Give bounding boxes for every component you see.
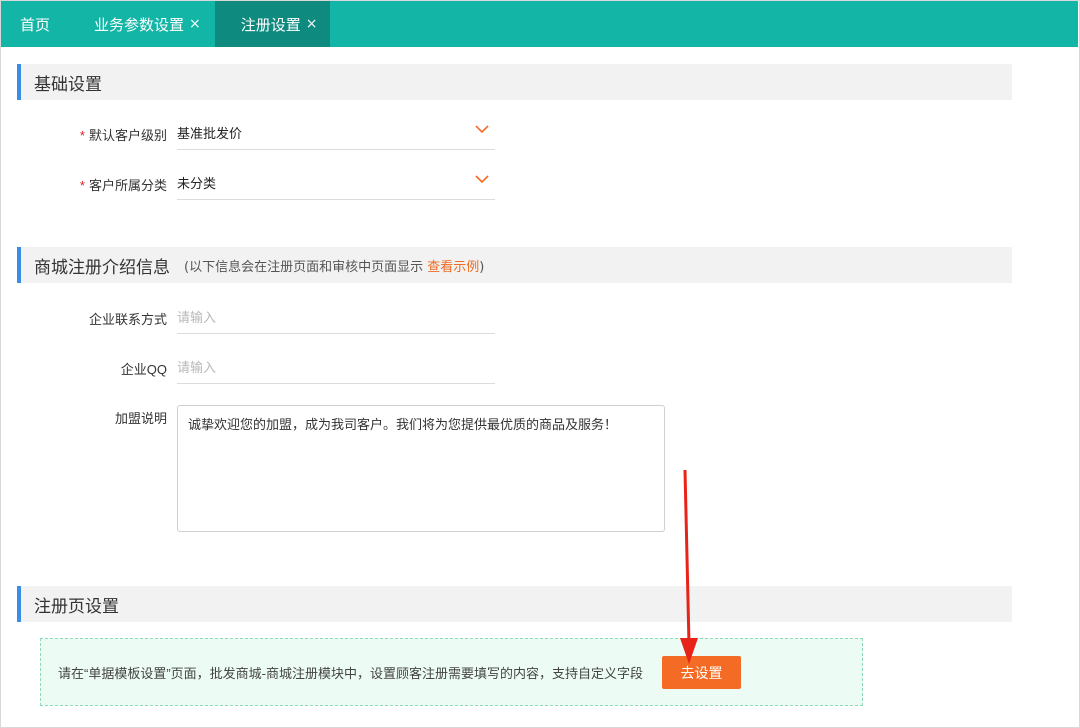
select-value: 未分类 [177, 176, 217, 191]
input-placeholder: 请输入 [177, 360, 217, 375]
tab-label: 业务参数设置 [94, 15, 185, 34]
tab-home[interactable]: 首页 [1, 1, 80, 47]
tab-bar: 首页 业务参数设置 × 注册设置 × [1, 1, 1078, 47]
join-description-label: 加盟说明 [114, 411, 167, 426]
tab-register-settings[interactable]: 注册设置 × [214, 1, 330, 47]
close-icon[interactable]: × [189, 16, 201, 32]
tab-label: 首页 [20, 15, 51, 34]
select-value: 基准批发价 [177, 126, 243, 141]
input-placeholder: 请输入 [177, 310, 217, 325]
annotation-arrow-icon [680, 469, 698, 664]
section-title: 商城注册介绍信息 [34, 257, 170, 278]
close-icon[interactable]: × [306, 16, 318, 32]
required-mark: * [79, 128, 85, 143]
view-example-link[interactable]: 查看示例 [427, 260, 479, 275]
qq-label: 企业QQ [120, 362, 167, 377]
section-title: 注册页设置 [34, 596, 119, 617]
tab-label: 注册设置 [240, 15, 301, 34]
default-level-select[interactable]: 基准批发价 [177, 116, 495, 150]
section-register-header: 注册页设置 [17, 586, 1012, 622]
customer-category-select[interactable]: 未分类 [177, 166, 495, 200]
contact-input[interactable]: 请输入 [177, 300, 495, 334]
tab-business-params[interactable]: 业务参数设置 × [80, 1, 215, 47]
section-note: (以下信息会在注册页面和审核中页面显示 查看示例) [184, 259, 485, 275]
chevron-down-icon [475, 175, 489, 184]
qq-input[interactable]: 请输入 [177, 350, 495, 384]
section-intro-header: 商城注册介绍信息 (以下信息会在注册页面和审核中页面显示 查看示例) [17, 247, 1012, 283]
required-mark: * [79, 178, 85, 193]
default-level-label: * 默认客户级别 [79, 128, 167, 143]
customer-category-label: * 客户所属分类 [79, 178, 167, 193]
section-basic-header: 基础设置 [17, 64, 1012, 100]
join-description-textarea[interactable]: 诚挚欢迎您的加盟，成为我司客户。我们将为您提供最优质的商品及服务！ [177, 405, 665, 532]
tip-text: 请在“单据模板设置”页面，批发商城-商城注册模块中，设置顾客注册需要填写的内容，… [58, 665, 643, 681]
section-title: 基础设置 [34, 74, 102, 95]
contact-label: 企业联系方式 [88, 312, 167, 327]
chevron-down-icon [475, 125, 489, 134]
